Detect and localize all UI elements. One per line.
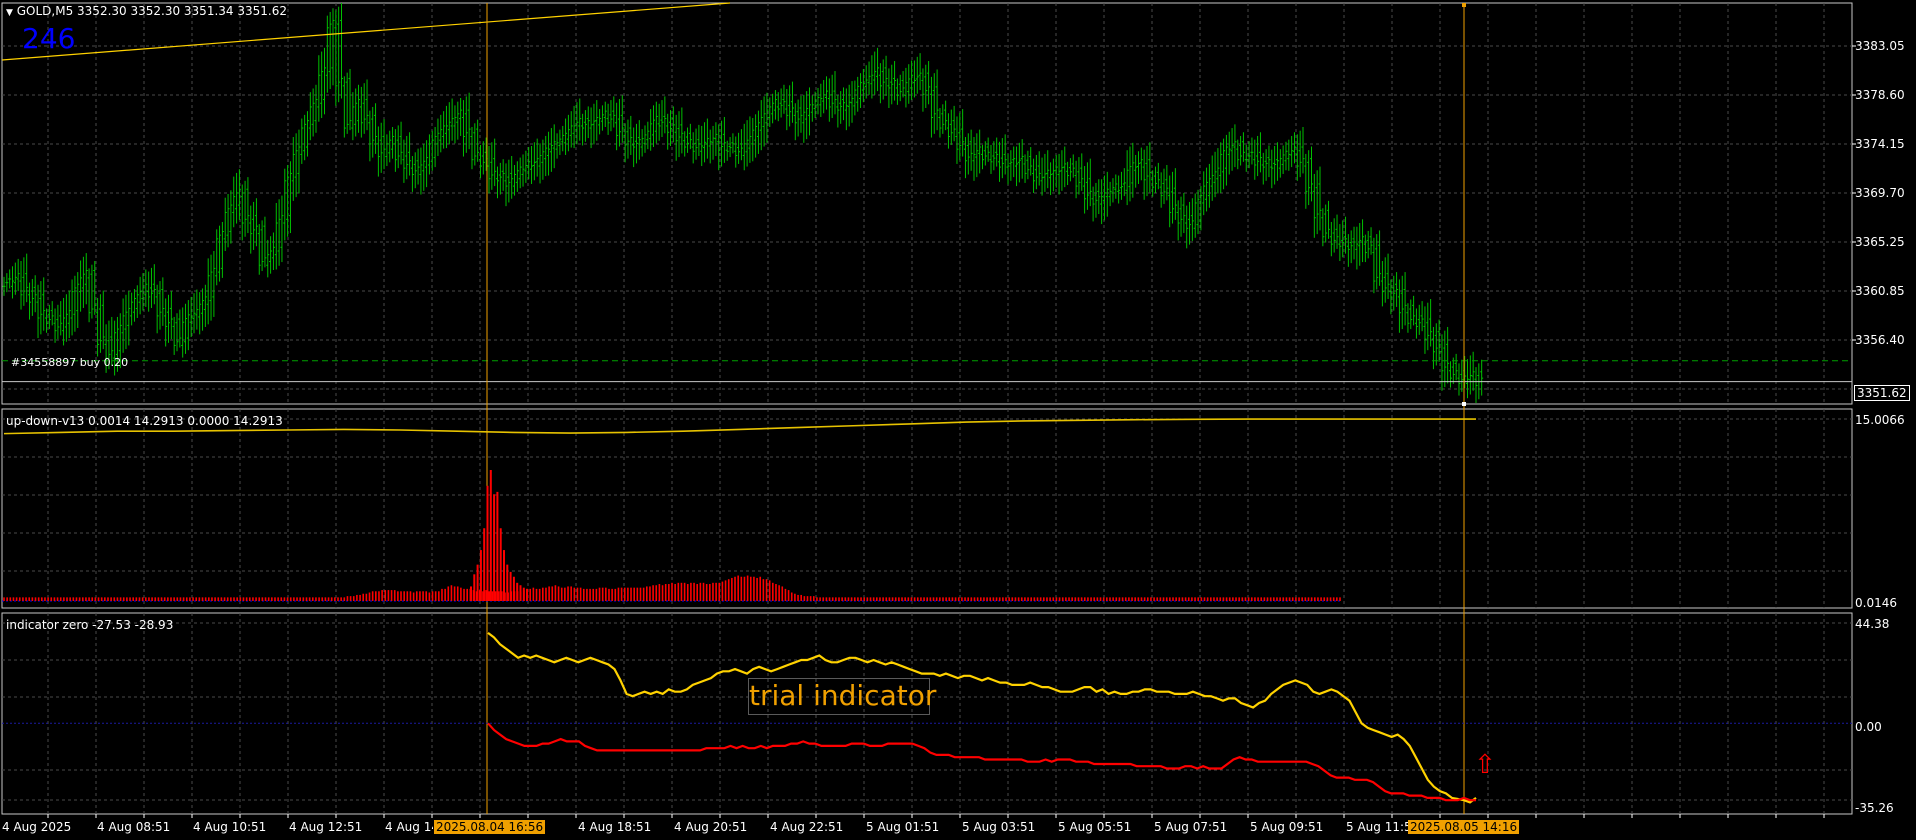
zero-header: indicator zero -27.53 -28.93 <box>6 618 174 632</box>
x-tick: 4 Aug 22:51 <box>770 820 844 834</box>
x-tick: 4 Aug 12:51 <box>289 820 363 834</box>
trial-watermark: trial indicator <box>748 678 936 715</box>
panel-frame <box>1 408 1853 609</box>
bar-counter: 246 <box>22 22 76 55</box>
x-tick: 5 Aug 05:51 <box>1058 820 1132 834</box>
indicator-red-line <box>487 722 1476 802</box>
x-tick: 4 Aug 10:51 <box>193 820 267 834</box>
x-tick: 5 Aug 09:51 <box>1250 820 1324 834</box>
zero-y-mid: 0.00 <box>1855 720 1882 734</box>
updown-header: up-down-v13 0.0014 14.2913 0.0000 14.291… <box>6 414 283 428</box>
updown-y-bottom: 0.0146 <box>1855 596 1897 610</box>
y-tick: 3360.85 <box>1855 284 1905 298</box>
order-label[interactable]: #34558897 buy 0.20 <box>11 356 128 369</box>
x-tick: 4 Aug 14:51 <box>385 820 433 834</box>
x-tick: 5 Aug 01:51 <box>866 820 940 834</box>
marker-handle <box>1462 3 1466 7</box>
zero-y-top: 44.38 <box>1855 617 1890 631</box>
marker-handle <box>1462 402 1466 406</box>
y-tick: 3365.25 <box>1855 235 1905 249</box>
x-tick: 4 Aug 20:51 <box>674 820 748 834</box>
zero-y-bottom: -35.26 <box>1855 801 1894 815</box>
up-arrow-icon: ⇧ <box>1474 750 1496 780</box>
collapse-triangle-icon[interactable]: ▼ <box>6 8 13 18</box>
x-tick: 5 Aug 11:51 <box>1346 820 1408 834</box>
current-price-box: 3351.62 <box>1854 385 1910 401</box>
x-tick: 4 Aug 2025 <box>2 820 72 834</box>
vline-time-marker-2: 2025.08.05 14:16 <box>1408 820 1520 834</box>
x-tick: 5 Aug 03:51 <box>962 820 1036 834</box>
x-tick: 4 Aug 18:51 <box>578 820 652 834</box>
main-chart-header: ▼ GOLD,M5 3352.30 3352.30 3351.34 3351.6… <box>6 4 287 18</box>
y-tick: 3374.15 <box>1855 137 1905 151</box>
y-tick: 3369.70 <box>1855 186 1905 200</box>
y-tick: 3378.60 <box>1855 88 1905 102</box>
updown-y-top: 15.0066 <box>1855 413 1905 427</box>
y-tick: 3383.05 <box>1855 39 1905 53</box>
indicator-yellow-line <box>487 632 1477 804</box>
x-tick: 5 Aug 07:51 <box>1154 820 1228 834</box>
chart-canvas <box>1 2 1856 818</box>
vline-time-marker-1: 2025.08.04 16:56 <box>434 820 546 834</box>
y-tick: 3356.40 <box>1855 333 1905 347</box>
x-tick: 4 Aug 08:51 <box>97 820 171 834</box>
